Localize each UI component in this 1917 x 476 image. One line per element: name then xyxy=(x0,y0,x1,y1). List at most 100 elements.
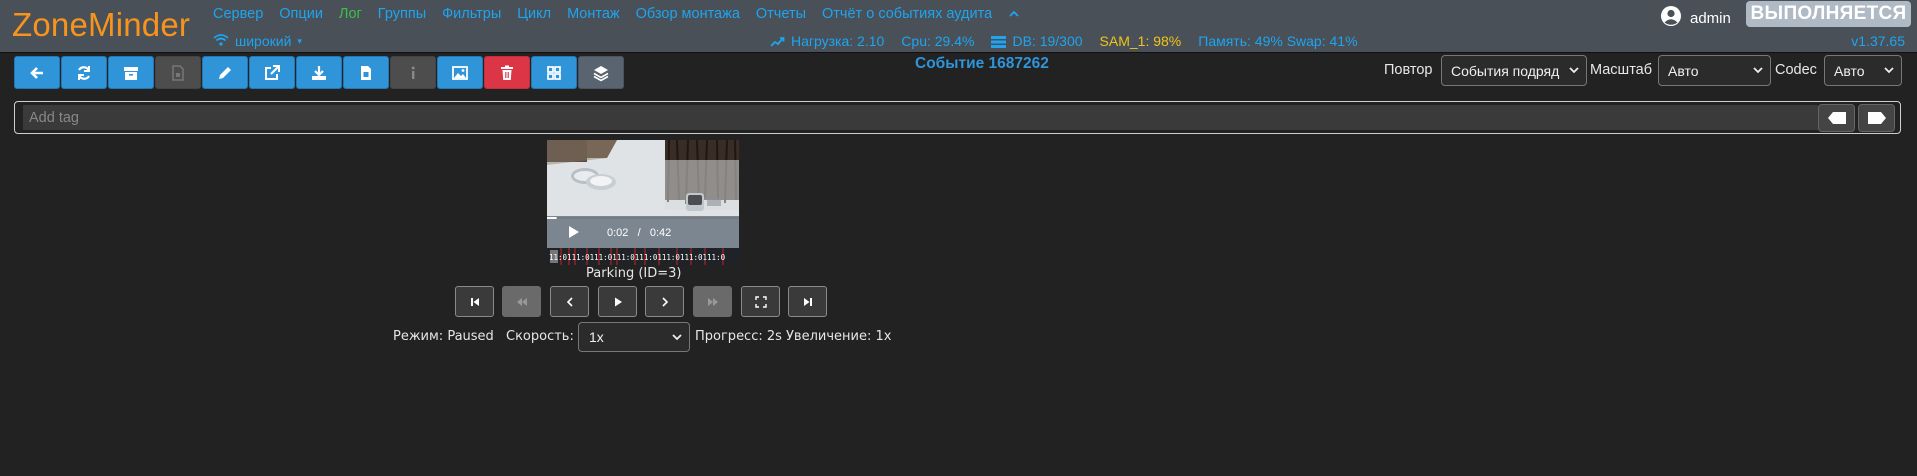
video-duration: 0:42 xyxy=(649,227,672,239)
fullscreen-button[interactable] xyxy=(741,286,780,317)
username: admin xyxy=(1690,9,1731,27)
info-button[interactable] xyxy=(390,56,436,89)
bandwidth-label: широкий xyxy=(235,33,292,49)
image-icon xyxy=(451,65,468,80)
top-navbar: ZoneMinder Сервер Опции Лог Группы Фильт… xyxy=(0,0,1917,53)
grid-icon xyxy=(546,65,561,80)
skip-end-icon xyxy=(803,297,812,306)
download-button[interactable] xyxy=(296,56,342,89)
replay-select[interactable]: События подряд xyxy=(1441,55,1587,86)
next-event-button[interactable] xyxy=(645,286,684,317)
frames-button[interactable] xyxy=(437,56,483,89)
system-status: Нагрузка: 2.10 Cpu: 29.4% DB: 19/300 SAM… xyxy=(770,33,1375,49)
chevron-down-icon xyxy=(672,334,682,341)
layers-icon xyxy=(593,65,609,81)
nav-montage-review[interactable]: Обзор монтажа xyxy=(636,6,740,22)
download-icon xyxy=(311,65,326,80)
run-state-button[interactable]: ВЫПОЛНЯЕТСЯ xyxy=(1746,1,1911,27)
external-link-icon xyxy=(264,64,280,80)
play-icon xyxy=(614,297,622,306)
fast-forward-button[interactable] xyxy=(693,286,732,317)
last-event-button[interactable] xyxy=(788,286,827,317)
rewind-icon xyxy=(516,297,527,306)
chevron-down-icon xyxy=(1753,67,1763,74)
tag-input[interactable]: Add tag xyxy=(23,105,1818,130)
version-label[interactable]: v1.37.65 xyxy=(1851,33,1905,49)
fast-forward-icon xyxy=(707,297,718,306)
grid-button[interactable] xyxy=(531,56,577,89)
event-video-player[interactable]: 11:0111:0111:0111:0111:0111:0111:0111:0 xyxy=(547,140,739,265)
nav-montage[interactable]: Монтаж xyxy=(567,6,620,22)
codec-value: Авто xyxy=(1834,62,1865,79)
info-icon xyxy=(411,66,415,79)
step-forward-icon xyxy=(661,296,668,307)
bandwidth-dropdown[interactable]: широкий ▾ xyxy=(213,33,302,49)
storage-status: SAM_1: 98% xyxy=(1099,33,1182,49)
chevron-down-icon xyxy=(1569,67,1579,74)
nav-server[interactable]: Сервер xyxy=(213,6,263,22)
cpu-status: Cpu: 29.4% xyxy=(901,33,975,49)
rewind-button[interactable] xyxy=(502,286,541,317)
video-frame: 11:0111:0111:0111:0111:0111:0111:0111:0 xyxy=(547,140,739,265)
tag-icon xyxy=(1867,112,1886,124)
step-back-icon xyxy=(566,296,573,307)
mode-status: Режим: Paused xyxy=(393,329,494,344)
user-circle-icon xyxy=(1660,5,1682,31)
scale-select[interactable]: Авто xyxy=(1658,55,1771,86)
nav-log[interactable]: Лог xyxy=(339,6,362,22)
chevron-up-icon[interactable] xyxy=(1008,6,1020,22)
zoom-status: Увеличение: 1x xyxy=(786,329,892,344)
trend-up-icon xyxy=(770,37,785,47)
memory-status: Память: 49% Swap: 41% xyxy=(1198,33,1358,49)
video-timeline-labels: 11:0111:0111:0111:0111:0111:0111:0111:0 xyxy=(549,253,726,262)
first-event-button[interactable] xyxy=(455,286,494,317)
nav-cycle[interactable]: Цикл xyxy=(517,6,551,22)
codec-select[interactable]: Авто xyxy=(1824,55,1902,86)
video-time-readout: 0:02 / 0:42 xyxy=(607,227,671,239)
nav-options[interactable]: Опции xyxy=(279,6,323,22)
backspace-icon xyxy=(1827,112,1846,124)
scale-label: Масштаб xyxy=(1590,62,1653,78)
open-external-button[interactable] xyxy=(249,56,295,89)
prev-event-button[interactable] xyxy=(550,286,589,317)
codec-label: Codec xyxy=(1775,62,1817,78)
add-tag-button[interactable] xyxy=(1858,104,1895,132)
speed-label: Скорость: xyxy=(506,329,574,344)
video-current-time: 0:02 xyxy=(607,227,629,239)
caret-down-icon: ▾ xyxy=(297,35,302,46)
scale-value: Авто xyxy=(1668,62,1699,79)
nav-filters[interactable]: Фильтры xyxy=(442,6,501,22)
remove-tag-button[interactable] xyxy=(1818,104,1855,132)
edit-button[interactable] xyxy=(202,56,248,89)
nav-groups[interactable]: Группы xyxy=(378,6,426,22)
archive-icon xyxy=(123,66,138,80)
replay-label: Повтор xyxy=(1384,62,1433,78)
pencil-icon xyxy=(218,66,231,79)
refresh-button[interactable] xyxy=(61,56,107,89)
delete-button[interactable] xyxy=(484,56,530,89)
export-file-icon xyxy=(360,65,371,80)
back-button[interactable] xyxy=(14,56,60,89)
db-status[interactable]: DB: 19/300 xyxy=(991,33,1083,49)
archive-button[interactable] xyxy=(108,56,154,89)
app-logo[interactable]: ZoneMinder xyxy=(12,6,190,44)
main-nav: Сервер Опции Лог Группы Фильтры Цикл Мон… xyxy=(213,6,1020,22)
video-progress-fill xyxy=(547,217,557,219)
layers-button[interactable] xyxy=(578,56,624,89)
progress-status: Прогресс: 2s xyxy=(695,329,782,344)
speed-value: 1x xyxy=(589,329,604,345)
nav-reports[interactable]: Отчеты xyxy=(756,6,806,22)
unarchive-icon xyxy=(172,64,184,81)
list-icon xyxy=(991,36,1007,48)
arrow-left-icon xyxy=(29,66,43,79)
play-button[interactable] xyxy=(598,286,637,317)
chevron-down-icon xyxy=(1884,67,1894,74)
skip-start-icon xyxy=(470,297,479,306)
unarchive-button[interactable] xyxy=(155,56,201,89)
tag-bar: Add tag xyxy=(14,101,1901,134)
export-button[interactable] xyxy=(343,56,389,89)
user-menu[interactable]: admin xyxy=(1660,5,1731,31)
speed-select[interactable]: 1x xyxy=(578,322,690,352)
nav-audit-report[interactable]: Отчёт о событиях аудита xyxy=(822,6,992,22)
fullscreen-icon xyxy=(754,295,767,308)
